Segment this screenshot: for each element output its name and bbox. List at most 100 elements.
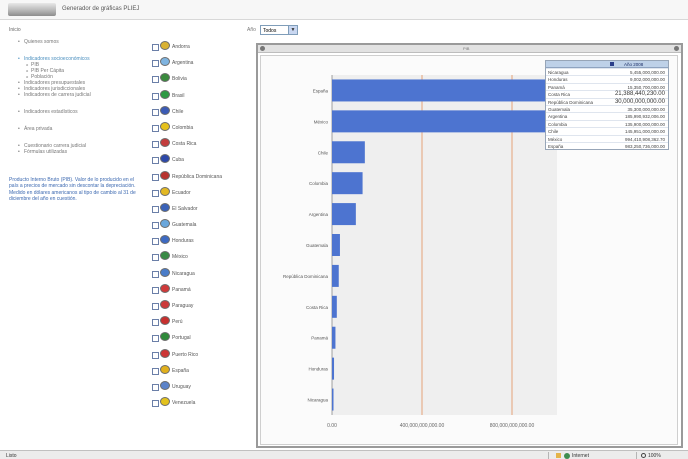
sidebar-item[interactable]: Quienes somos	[9, 39, 144, 45]
app-header: Generador de gráficas PLIEJ	[0, 0, 688, 20]
country-checkbox[interactable]	[152, 141, 159, 149]
country-checkbox[interactable]	[152, 303, 159, 310]
table-row: Argentina 185,990,932,006.00	[546, 112, 668, 119]
country-label: Colombia	[172, 124, 194, 131]
y-tick-label: Guatemala	[306, 243, 329, 248]
country-option[interactable]: Panamá	[151, 283, 256, 299]
country-label: Ecuador	[172, 189, 191, 196]
table-cell-country: España	[548, 143, 564, 149]
country-option[interactable]: Brasil	[151, 89, 256, 105]
y-tick-label: Chile	[318, 150, 329, 155]
year-filter-label: Año	[247, 27, 256, 33]
country-option[interactable]: El Salvador	[151, 202, 256, 218]
table-row: Costa Rica 21,388,440,230.00	[546, 90, 668, 97]
flag-icon	[160, 170, 170, 180]
country-checkbox[interactable]	[152, 124, 159, 132]
country-checkbox[interactable]	[152, 205, 159, 213]
chevron-down-icon[interactable]: ▼	[288, 26, 297, 34]
country-label: México	[172, 254, 188, 261]
country-option[interactable]: España	[151, 364, 256, 380]
flag-icon	[160, 283, 170, 293]
country-option[interactable]: Argentina	[151, 56, 256, 72]
country-option[interactable]: Puerto Rico	[151, 348, 256, 364]
country-option[interactable]: Honduras	[151, 234, 256, 250]
x-tick-label: 0.00	[327, 423, 337, 429]
country-label: Venezuela	[172, 400, 196, 407]
country-checkbox[interactable]	[152, 286, 159, 294]
flag-icon	[160, 41, 170, 50]
sidebar-item[interactable]: Indicadores de carrera judicial	[9, 92, 144, 98]
country-checkbox[interactable]	[152, 335, 159, 343]
country-option[interactable]: Venezuela	[151, 396, 256, 412]
country-option[interactable]: Colombia	[151, 121, 256, 137]
sidebar-item[interactable]: Fórmulas utilizadas	[9, 149, 144, 155]
bar	[332, 388, 334, 411]
zoom-icon[interactable]	[641, 453, 646, 458]
country-label: Chile	[172, 108, 184, 115]
sidebar-home-link[interactable]: Inicio	[9, 27, 144, 33]
flag-icon	[160, 121, 170, 131]
country-checkbox[interactable]	[152, 351, 159, 359]
country-checkbox[interactable]	[152, 254, 159, 262]
country-checkbox[interactable]	[152, 222, 159, 230]
country-checkbox[interactable]	[152, 238, 159, 246]
country-checkbox[interactable]	[152, 76, 159, 84]
country-option[interactable]: Uruguay	[151, 380, 256, 396]
country-option[interactable]: República Dominicana	[151, 170, 256, 186]
y-tick-label: Argentina	[309, 212, 329, 217]
country-option[interactable]: Paraguay	[151, 299, 256, 315]
table-cell-country: Colombia	[548, 121, 568, 127]
bar	[332, 326, 336, 349]
flag-icon	[160, 380, 170, 390]
sidebar-item[interactable]: Indicadores estadísticos	[9, 109, 144, 115]
bar	[332, 203, 356, 226]
zoom-level[interactable]: 100%	[648, 453, 661, 459]
table-cell-country: México	[548, 136, 563, 142]
y-tick-label: Nicaragua	[307, 398, 328, 403]
country-label: Guatemala	[172, 222, 197, 229]
country-checkbox[interactable]	[152, 92, 159, 100]
country-checkbox[interactable]	[152, 44, 159, 51]
country-label: Honduras	[172, 238, 194, 245]
country-label: Paraguay	[172, 303, 194, 309]
sidebar: Inicio Quienes somosIndicadores socioeco…	[9, 27, 144, 203]
table-cell-value: 21,388,440,230.00	[614, 91, 665, 98]
country-checkbox[interactable]	[152, 319, 159, 327]
country-checkbox[interactable]	[152, 108, 159, 116]
x-tick-label: 800,000,000,000.00	[490, 423, 535, 429]
country-option[interactable]: Ecuador	[151, 186, 256, 202]
country-option[interactable]: Perú	[151, 315, 256, 331]
year-select[interactable]: Todos ▼	[260, 25, 298, 35]
country-checkbox[interactable]	[152, 400, 159, 408]
flag-icon	[160, 397, 170, 407]
bar	[332, 295, 337, 318]
table-cell-country: Honduras	[548, 77, 568, 83]
country-label: Nicaragua	[172, 270, 195, 277]
bar	[332, 172, 363, 195]
table-cell-country: Argentina	[548, 114, 568, 120]
table-cell-value: 30,000,000,000.00	[614, 98, 665, 105]
country-option[interactable]: Guatemala	[151, 218, 256, 234]
country-checkbox[interactable]	[152, 270, 159, 278]
sidebar-item[interactable]: Área privada	[9, 126, 144, 132]
country-option[interactable]: Cuba	[151, 153, 256, 169]
country-checkbox[interactable]	[152, 173, 159, 181]
country-checkbox[interactable]	[152, 383, 159, 391]
country-option[interactable]: México	[151, 250, 256, 266]
country-option[interactable]: Costa Rica	[151, 137, 256, 153]
flag-icon	[160, 89, 170, 99]
flag-icon	[160, 300, 170, 309]
country-option[interactable]: Nicaragua	[151, 267, 256, 283]
country-option[interactable]: Portugal	[151, 331, 256, 347]
table-cell-country: Nicaragua	[548, 70, 569, 75]
country-option[interactable]: Chile	[151, 105, 256, 121]
country-checkbox[interactable]	[152, 60, 159, 68]
y-tick-label: Costa Rica	[306, 305, 329, 310]
country-checkbox[interactable]	[152, 157, 159, 165]
indicator-description: Producto Interno Bruto (PIB). Valor de l…	[9, 177, 136, 203]
country-option[interactable]: Bolivia	[151, 72, 256, 88]
flag-icon	[160, 57, 170, 67]
country-checkbox[interactable]	[152, 367, 159, 375]
country-option[interactable]: Andorra	[151, 40, 256, 56]
country-checkbox[interactable]	[152, 189, 159, 197]
